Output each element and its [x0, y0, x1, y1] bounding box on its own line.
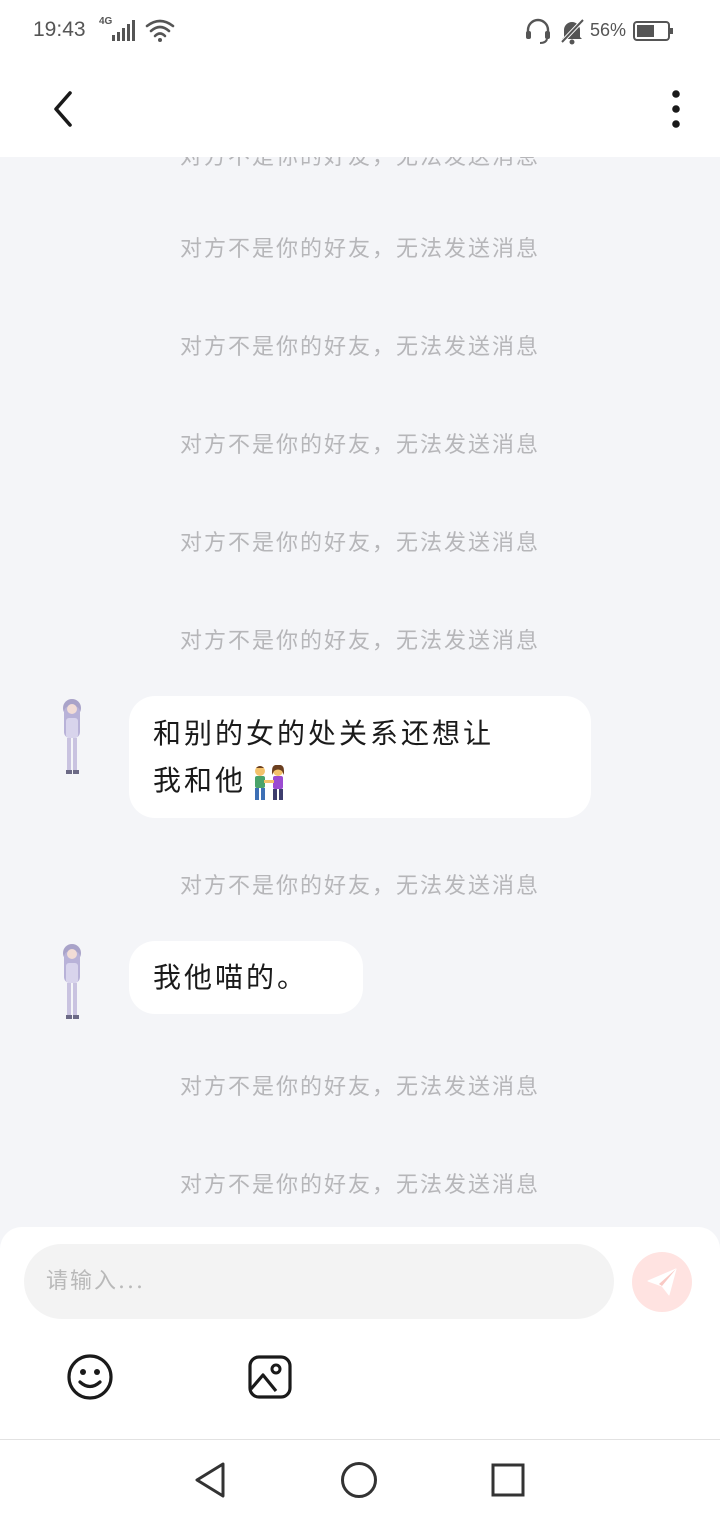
battery-icon: [633, 21, 673, 41]
message-text: 我他喵的。: [153, 961, 309, 994]
back-button[interactable]: [40, 85, 88, 133]
system-notice: 对方不是你的好友，无法发送消息: [179, 1075, 540, 1100]
message-text-line2: 我和他: [153, 757, 571, 804]
system-notice: 对方不是你的好友，无法发送消息: [179, 433, 540, 458]
couple-emoji-icon: [255, 764, 285, 800]
nav-recent-button[interactable]: [488, 1460, 528, 1500]
image-button[interactable]: [246, 1353, 294, 1401]
nav-home-button[interactable]: [339, 1460, 379, 1500]
square-recent-icon: [491, 1463, 525, 1497]
avatar[interactable]: [56, 943, 88, 1021]
image-icon: [248, 1355, 292, 1399]
smiley-icon: [67, 1354, 113, 1400]
nav-back-button[interactable]: [190, 1460, 230, 1500]
system-nav-bar: [0, 1439, 720, 1520]
system-notice: 对方不是你的好友，无法发送消息: [179, 531, 540, 556]
status-time: 19:43: [33, 18, 86, 41]
message-text: 和别的女的处关系还想让: [153, 717, 495, 750]
send-icon: [647, 1268, 677, 1296]
send-button[interactable]: [632, 1252, 692, 1312]
system-notice: 对方不是你的好友，无法发送消息: [179, 157, 540, 170]
headset-icon: [526, 18, 550, 44]
composer-panel: [0, 1227, 720, 1439]
system-notice: 对方不是你的好友，无法发送消息: [179, 335, 540, 360]
system-notice: 对方不是你的好友，无法发送消息: [179, 237, 540, 262]
message-text: 我和他: [153, 764, 247, 797]
message-bubble[interactable]: 和别的女的处关系还想让 我和他: [129, 696, 591, 818]
system-notice: 对方不是你的好友，无法发送消息: [179, 629, 540, 654]
battery-percent: 56%: [590, 20, 627, 40]
avatar[interactable]: [56, 698, 88, 776]
emoji-button[interactable]: [66, 1353, 114, 1401]
chevron-left-icon: [54, 91, 72, 127]
system-notice: 对方不是你的好友，无法发送消息: [179, 1173, 540, 1198]
more-options-button[interactable]: [656, 85, 696, 133]
signal-icon: [112, 20, 135, 41]
chat-header: [0, 60, 720, 157]
status-bar: 19:43 4G 56%: [0, 0, 720, 60]
circle-home-icon: [341, 1462, 377, 1498]
chat-message-list[interactable]: 对方不是你的好友，无法发送消息 对方不是你的好友，无法发送消息 对方不是你的好友…: [0, 157, 720, 1227]
message-bubble[interactable]: 我他喵的。: [129, 941, 363, 1014]
message-input[interactable]: [24, 1244, 614, 1319]
more-vertical-icon: [672, 90, 680, 128]
triangle-back-icon: [195, 1462, 225, 1498]
wifi-icon: [145, 19, 175, 42]
bell-muted-icon: [560, 18, 585, 45]
system-notice: 对方不是你的好友，无法发送消息: [179, 874, 540, 899]
